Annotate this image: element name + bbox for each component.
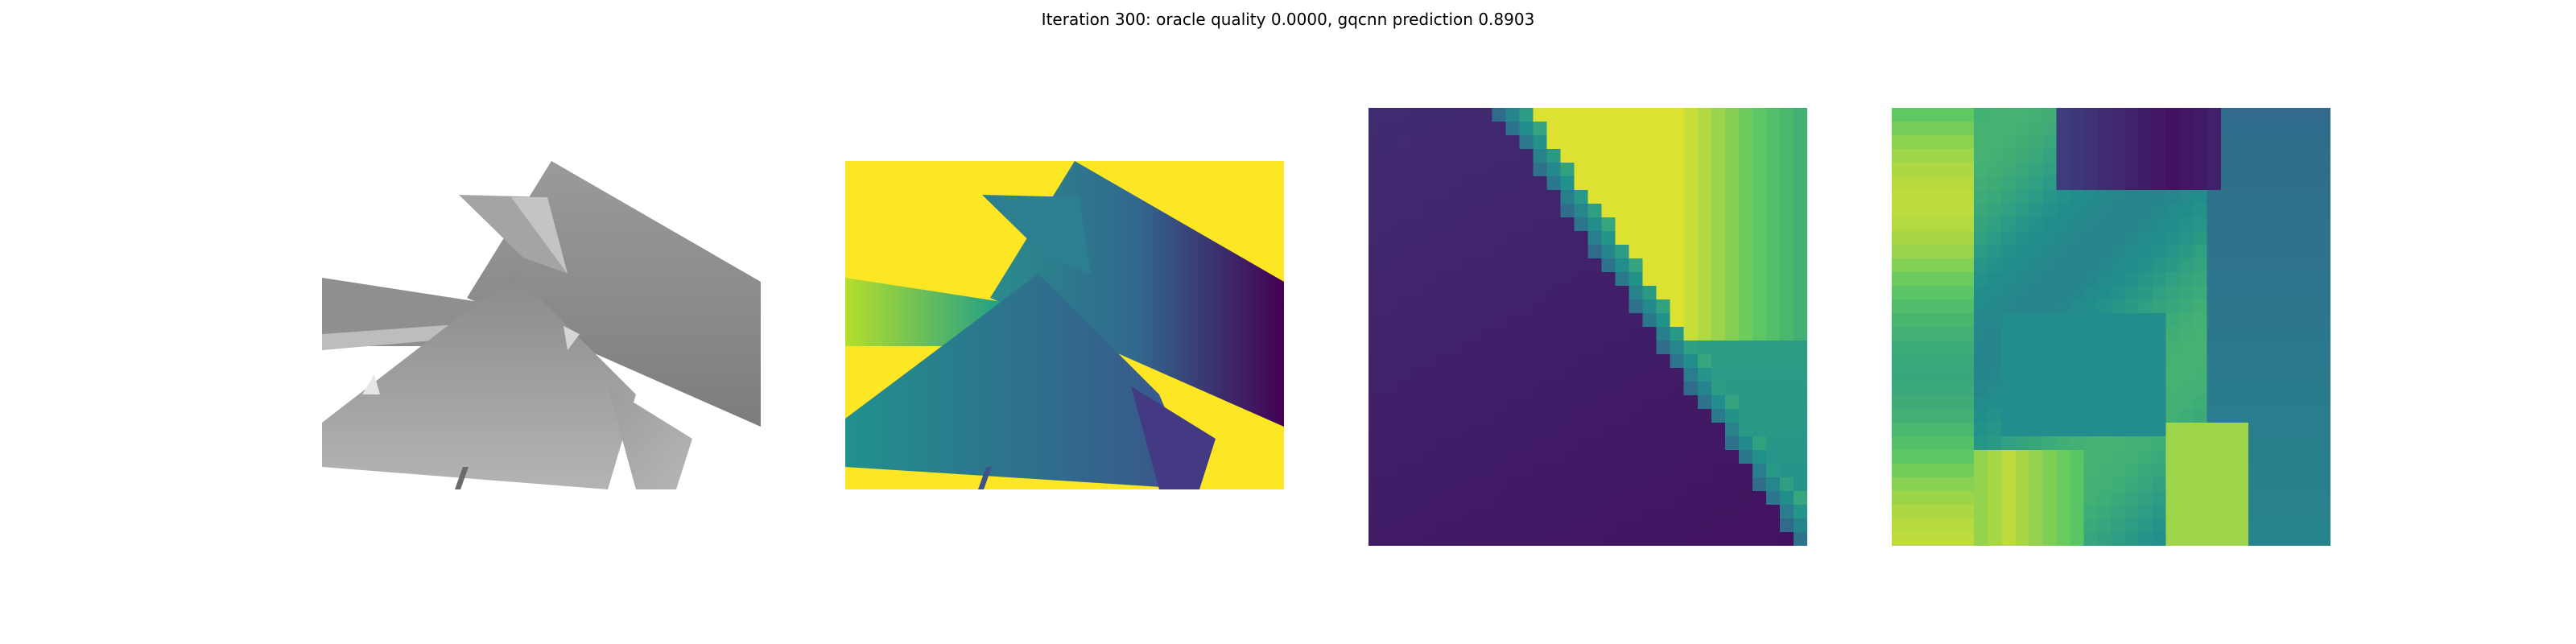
- color-render-image: [322, 161, 761, 489]
- figure-title: Iteration 300: oracle quality 0.0000, gq…: [1041, 10, 1535, 29]
- grasp-map-image: [1892, 108, 2330, 546]
- depth-image: [845, 161, 1284, 489]
- depth-crop-image: [1368, 108, 1807, 546]
